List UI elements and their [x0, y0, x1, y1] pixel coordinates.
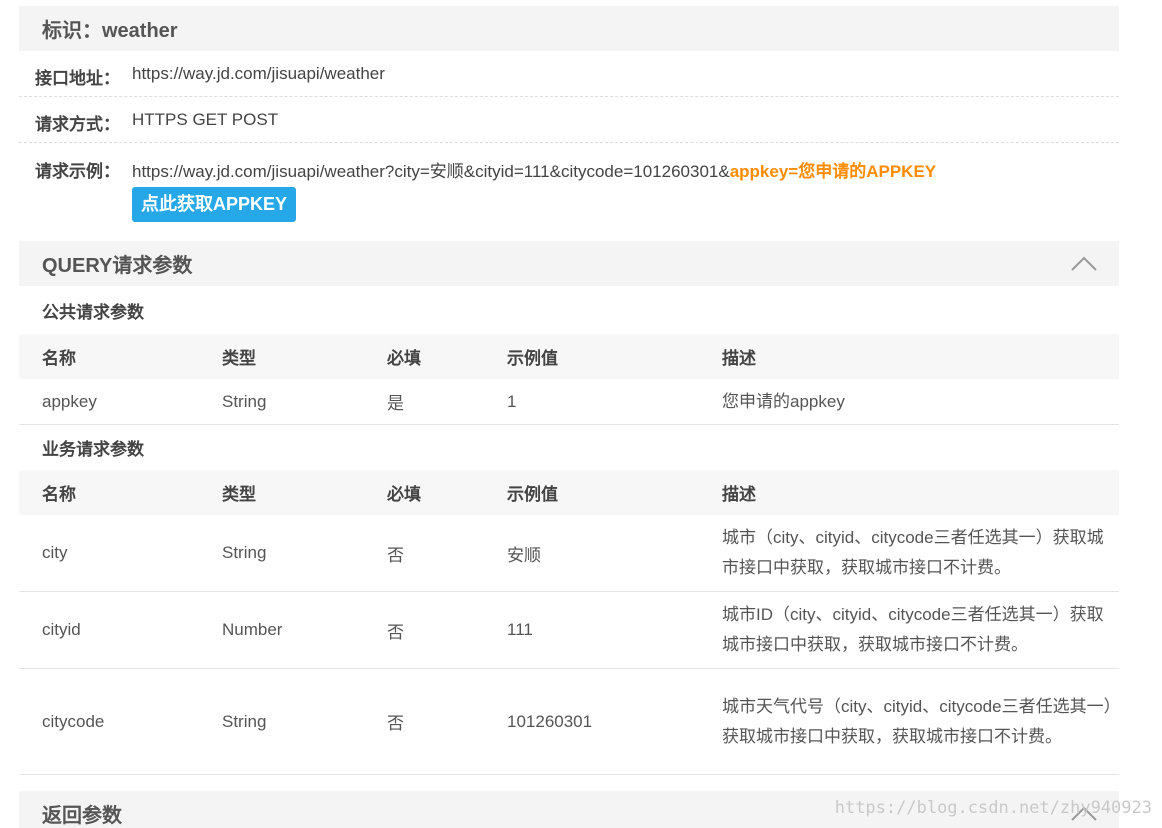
cell-desc: 城市天气代号（city、cityid、citycode三者任选其一）获取城市接口…	[722, 696, 1113, 746]
cell-desc: 城市（city、cityid、citycode三者任选其一）获取城市接口中获取，…	[722, 528, 1104, 577]
cell-required: 是	[387, 394, 404, 413]
cell-desc: 城市ID（city、cityid、citycode三者任选其一）获取城市接口中获…	[722, 605, 1104, 654]
col-type: 类型	[222, 485, 256, 504]
get-appkey-button[interactable]: 点此获取APPKEY	[132, 187, 297, 222]
example-url: https://way.jd.com/jisuapi/weather?city=…	[132, 157, 936, 182]
watermark: https://blog.csdn.net/zhy940923	[834, 798, 1152, 818]
public-params-title: 公共请求参数	[42, 302, 144, 322]
info-value: https://way.jd.com/jisuapi/weather	[132, 64, 385, 83]
cell-example: 101260301	[507, 711, 593, 731]
cell-required: 否	[387, 714, 404, 733]
cell-type: Number	[222, 620, 283, 639]
col-example: 示例值	[507, 485, 558, 504]
info-row-method: 请求方式： HTTPS GET POST	[19, 97, 1119, 143]
cell-type: String	[222, 391, 267, 411]
cell-required: 否	[387, 545, 404, 565]
info-row-address: 接口地址： https://way.jd.com/jisuapi/weather	[19, 51, 1119, 97]
info-label: 接口地址：	[35, 69, 120, 88]
cell-name: cityid	[42, 620, 81, 639]
info-label: 请求示例：	[35, 162, 120, 181]
col-desc: 描述	[722, 485, 756, 504]
example-url-base: https://way.jd.com/jisuapi/weather?city=…	[132, 162, 730, 181]
table-header: 名称 类型 必填 示例值 描述	[19, 334, 1119, 379]
api-doc: 标识：weather 接口地址： https://way.jd.com/jisu…	[19, 6, 1119, 828]
col-required: 必填	[387, 349, 421, 368]
cell-name: city	[42, 543, 68, 562]
cell-example: 安顺	[507, 545, 541, 565]
cell-example: 1	[507, 391, 517, 411]
cell-name: appkey	[42, 391, 97, 411]
table-row: cityid Number 否 111 城市ID（city、cityid、cit…	[19, 592, 1119, 669]
cell-example: 111	[507, 620, 533, 639]
section-title: 返回参数	[42, 805, 122, 827]
cell-name: citycode	[42, 711, 105, 731]
col-desc: 描述	[722, 349, 756, 368]
cell-type: String	[222, 543, 267, 562]
section-header-identifier: 标识：weather	[19, 6, 1119, 51]
info-value: HTTPS GET POST	[132, 110, 279, 129]
example-block: https://way.jd.com/jisuapi/weather?city=…	[132, 157, 936, 222]
cell-desc: 您申请的appkey	[722, 391, 845, 411]
info-row-example: 请求示例： https://way.jd.com/jisuapi/weather…	[19, 143, 1119, 241]
cell-required: 否	[387, 622, 404, 642]
section-title: QUERY请求参数	[42, 255, 193, 277]
col-name: 名称	[42, 349, 76, 368]
section-title: 标识：weather	[42, 20, 178, 42]
info-label: 请求方式：	[35, 115, 120, 134]
section-header-query[interactable]: QUERY请求参数	[19, 241, 1119, 286]
biz-params-title: 业务请求参数	[42, 440, 144, 459]
col-required: 必填	[387, 485, 421, 504]
cell-type: String	[222, 711, 267, 731]
table-row: city String 否 安顺 城市（city、cityid、citycode…	[19, 515, 1119, 592]
chevron-up-icon[interactable]	[1071, 255, 1097, 271]
table-row: appkey String 是 1 您申请的appkey	[19, 379, 1119, 425]
example-url-appkey: appkey=您申请的APPKEY	[729, 162, 937, 181]
col-name: 名称	[42, 485, 76, 504]
col-type: 类型	[222, 349, 256, 368]
table-row: citycode String 否 101260301 城市天气代号（city、…	[19, 669, 1119, 775]
col-example: 示例值	[507, 349, 558, 368]
table-header: 名称 类型 必填 示例值 描述	[19, 470, 1119, 515]
